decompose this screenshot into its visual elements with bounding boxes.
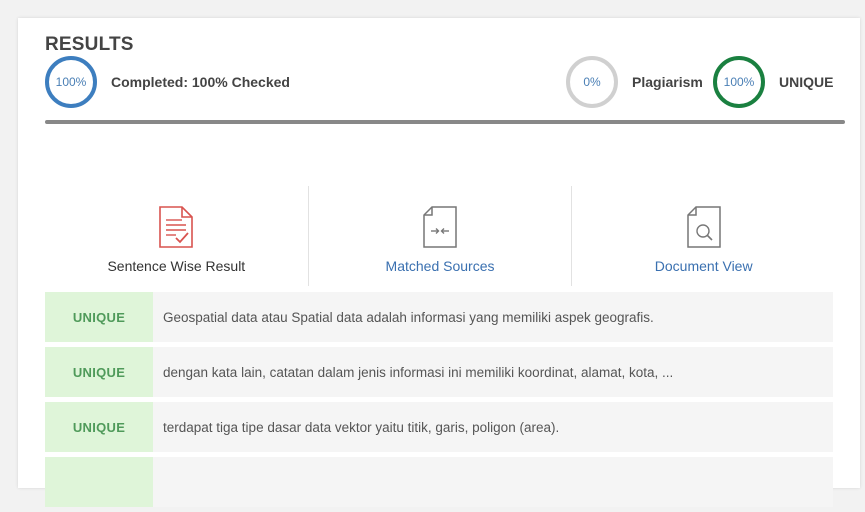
- sentence-text: terdapat tiga tipe dasar data vektor yai…: [163, 419, 560, 435]
- plagiarism-circle: 0%: [566, 56, 618, 108]
- status-badge: UNIQUE: [45, 292, 153, 342]
- completed-percent: 100%: [55, 75, 87, 89]
- compare-arrows-file-icon: [423, 206, 457, 248]
- completed-label: Completed: 100% Checked: [111, 74, 290, 90]
- document-check-icon: [159, 206, 194, 248]
- sentence-text: [153, 457, 833, 507]
- plagiarism-label: Plagiarism: [632, 74, 703, 90]
- sentence-row[interactable]: UNIQUE terdapat tiga tipe dasar data vek…: [45, 402, 833, 452]
- tab-label: Matched Sources: [385, 258, 495, 274]
- results-card: RESULTS 100% Completed: 100% Checked 0% …: [18, 18, 860, 507]
- results-title: RESULTS: [45, 34, 134, 55]
- tab-label: Document View: [654, 258, 753, 274]
- tab-matched-sources[interactable]: Matched Sources: [307, 186, 572, 286]
- sentence-row[interactable]: UNIQUE dengan kata lain, catatan dalam j…: [45, 347, 833, 397]
- sentence-text: dengan kata lain, catatan dalam jenis in…: [163, 364, 674, 380]
- status-badge: [45, 457, 153, 507]
- sentence-text: Geospatial data atau Spatial data adalah…: [163, 309, 654, 325]
- unique-percent: 100%: [723, 75, 755, 89]
- tab-label: Sentence Wise Result: [107, 258, 246, 274]
- tab-sentence-wise-result[interactable]: Sentence Wise Result: [45, 186, 308, 286]
- tab-document-view[interactable]: Document View: [571, 186, 835, 286]
- sentence-row[interactable]: [45, 457, 833, 507]
- sentence-row[interactable]: UNIQUE Geospatial data atau Spatial data…: [45, 292, 833, 342]
- unique-circle: 100%: [713, 56, 765, 108]
- sentence-list: UNIQUE Geospatial data atau Spatial data…: [45, 292, 833, 512]
- unique-label: UNIQUE: [779, 74, 834, 90]
- status-badge: UNIQUE: [45, 402, 153, 452]
- progress-bar: [45, 120, 845, 124]
- document-search-icon: [686, 206, 721, 248]
- status-badge: UNIQUE: [45, 347, 153, 397]
- completed-circle: 100%: [45, 56, 97, 108]
- plagiarism-percent: 0%: [583, 75, 601, 89]
- result-tabs: Sentence Wise Result Matched Sources Doc…: [45, 186, 835, 286]
